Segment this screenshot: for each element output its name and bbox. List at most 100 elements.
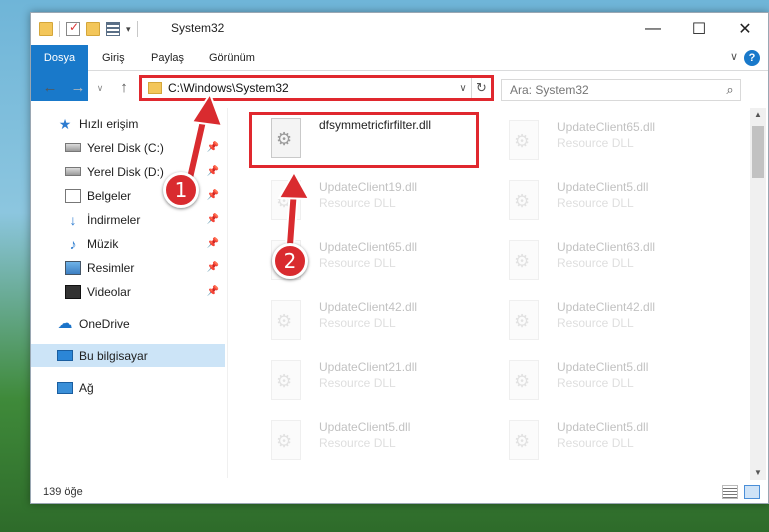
file-item[interactable]: UpdateClient19.dll Resource DLL — [249, 174, 479, 230]
properties-check-icon[interactable] — [66, 20, 80, 36]
file-item[interactable]: UpdateClient42.dll Resource DLL — [487, 294, 717, 350]
pane-divider[interactable] — [227, 108, 228, 478]
search-box[interactable]: ⌕ — [501, 79, 741, 101]
pin-icon[interactable]: 📌 — [207, 142, 219, 153]
download-icon: ↓ — [69, 211, 77, 228]
disk-icon — [65, 167, 81, 176]
tab-home[interactable]: Giriş — [102, 45, 125, 71]
documents-icon — [65, 188, 81, 203]
file-type: Resource DLL — [557, 136, 634, 150]
sidebar-item-label: Ağ — [79, 380, 94, 395]
sidebar-item-label: Yerel Disk (C:) — [87, 140, 164, 155]
file-type: Resource DLL — [319, 256, 396, 270]
sidebar-item-label: Yerel Disk (D:) — [87, 164, 164, 179]
sidebar-item-label: Müzik — [87, 236, 119, 251]
sidebar-item-music[interactable]: ♪ Müzik 📌 — [31, 232, 225, 255]
scroll-down-icon[interactable]: ▼ — [750, 466, 766, 480]
file-name: UpdateClient5.dll — [557, 360, 649, 374]
file-name: UpdateClient5.dll — [319, 420, 411, 434]
file-name: UpdateClient19.dll — [319, 180, 418, 194]
file-type: Resource DLL — [557, 256, 634, 270]
explorer-window: ▾ System32 — ☐ ✕ Dosya Giriş Paylaş Görü… — [30, 12, 769, 504]
recent-locations-icon[interactable]: ∨ — [89, 77, 111, 99]
sidebar-item-label: OneDrive — [79, 316, 130, 331]
scroll-thumb[interactable] — [752, 126, 764, 178]
file-name: UpdateClient42.dll — [319, 300, 418, 314]
pin-icon[interactable]: 📌 — [207, 190, 219, 201]
tab-share[interactable]: Paylaş — [151, 45, 184, 71]
minimize-button[interactable]: — — [630, 13, 676, 45]
dll-file-icon — [271, 420, 301, 460]
pictures-icon — [65, 260, 81, 275]
close-button[interactable]: ✕ — [722, 13, 768, 45]
sidebar-item-label: Bu bilgisayar — [79, 348, 148, 363]
file-name: UpdateClient63.dll — [557, 240, 656, 254]
dll-file-icon — [271, 360, 301, 400]
pin-icon[interactable]: 📌 — [207, 286, 219, 297]
address-dropdown-icon[interactable]: ∨ — [455, 83, 471, 94]
sidebar-item-downloads[interactable]: ↓ İndirmeler 📌 — [31, 208, 225, 231]
pin-icon[interactable]: 📌 — [207, 262, 219, 273]
file-type: Resource DLL — [319, 316, 396, 330]
file-item[interactable]: UpdateClient21.dll Resource DLL — [249, 354, 479, 410]
file-type: Resource DLL — [557, 436, 634, 450]
qat-dropdown-icon[interactable]: ▾ — [126, 24, 131, 35]
file-name: UpdateClient5.dll — [557, 180, 649, 194]
sidebar-item-pictures[interactable]: Resimler 📌 — [31, 256, 225, 279]
step-badge-1: 1 — [163, 172, 199, 208]
pin-icon[interactable]: 📌 — [207, 238, 219, 249]
new-folder-icon[interactable] — [86, 22, 100, 36]
dll-file-icon — [509, 420, 539, 460]
help-icon[interactable]: ? — [744, 50, 760, 66]
pin-icon[interactable]: 📌 — [207, 166, 219, 177]
dll-file-icon — [509, 120, 539, 160]
window-title: System32 — [171, 21, 225, 35]
item-count: 139 öğe — [43, 486, 83, 498]
file-type: Resource DLL — [557, 196, 634, 210]
sidebar-item-local-disk-c[interactable]: Yerel Disk (C:) 📌 — [31, 136, 225, 159]
search-input[interactable] — [510, 83, 720, 97]
sidebar-item-onedrive[interactable]: ☁ OneDrive — [31, 312, 225, 335]
forward-button[interactable]: → — [67, 77, 89, 99]
details-view-icon[interactable] — [722, 485, 738, 499]
maximize-button[interactable]: ☐ — [676, 13, 722, 45]
refresh-button[interactable]: ↻ — [471, 78, 491, 98]
file-name: UpdateClient65.dll — [557, 120, 656, 134]
file-name: dfsymmetricfirfilter.dll — [319, 118, 432, 132]
file-item[interactable]: UpdateClient5.dll Resource DLL — [487, 414, 717, 470]
file-name: UpdateClient21.dll — [319, 360, 418, 374]
file-name: UpdateClient5.dll — [557, 420, 649, 434]
file-item[interactable]: UpdateClient5.dll Resource DLL — [249, 414, 479, 470]
ribbon-expand-icon[interactable]: ∨ — [730, 50, 738, 63]
sidebar-item-this-pc[interactable]: Bu bilgisayar — [31, 344, 225, 367]
ribbon-tabs: Dosya Giriş Paylaş Görünüm ∨ ? — [31, 45, 768, 101]
search-icon[interactable]: ⌕ — [720, 82, 740, 98]
step-badge-2: 2 — [272, 243, 308, 279]
sidebar-item-quick-access[interactable]: ★ Hızlı erişim — [31, 112, 225, 135]
file-item[interactable]: UpdateClient42.dll Resource DLL — [249, 294, 479, 350]
customize-icon[interactable] — [106, 22, 120, 36]
vertical-scrollbar[interactable]: ▲ ▼ — [750, 108, 766, 480]
address-bar[interactable]: C:\Windows\System32 ∨ ↻ — [139, 75, 494, 101]
toolbar-divider — [136, 21, 138, 37]
file-item[interactable]: UpdateClient5.dll Resource DLL — [487, 354, 717, 410]
pin-icon[interactable]: 📌 — [207, 214, 219, 225]
file-item[interactable]: UpdateClient5.dll Resource DLL — [487, 174, 717, 230]
file-type: Resource DLL — [557, 316, 634, 330]
file-item-highlighted[interactable]: dfsymmetricfirfilter.dll — [249, 112, 479, 168]
file-item[interactable]: UpdateClient63.dll Resource DLL — [487, 234, 717, 290]
tab-view[interactable]: Görünüm — [209, 45, 255, 71]
title-bar: ▾ System32 — ☐ ✕ — [31, 13, 768, 45]
dll-file-icon — [271, 180, 301, 220]
back-button[interactable]: ← — [39, 77, 61, 99]
file-item[interactable]: UpdateClient65.dll Resource DLL — [487, 114, 717, 170]
navigation-pane: ★ Hızlı erişim Yerel Disk (C:) 📌 Yerel D… — [31, 108, 227, 478]
network-icon — [57, 381, 73, 394]
sidebar-item-network[interactable]: Ağ — [31, 376, 225, 399]
scroll-up-icon[interactable]: ▲ — [750, 108, 766, 122]
sidebar-item-videos[interactable]: Videolar 📌 — [31, 280, 225, 303]
tiles-view-icon[interactable] — [744, 485, 760, 499]
navigation-bar: ← → ∨ ↑ C:\Windows\System32 ∨ ↻ ⌕ — [31, 71, 768, 105]
up-button[interactable]: ↑ — [113, 77, 135, 99]
address-text[interactable]: C:\Windows\System32 — [168, 81, 455, 95]
